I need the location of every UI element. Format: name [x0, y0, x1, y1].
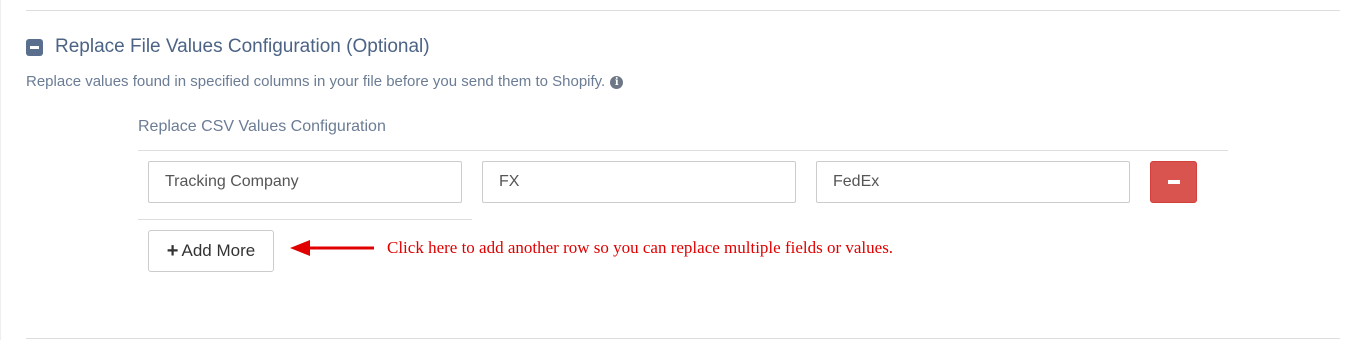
plus-icon: +: [166, 240, 179, 262]
add-more-label: Add More: [181, 241, 256, 260]
column-name-input[interactable]: [148, 161, 462, 203]
left-arrow-icon: [290, 240, 374, 256]
section-title: Replace File Values Configuration (Optio…: [55, 36, 430, 57]
section-description: Replace values found in specified column…: [26, 72, 624, 92]
minus-square-icon[interactable]: [26, 38, 43, 56]
section-header-toggle[interactable]: Replace File Values Configuration (Optio…: [26, 35, 430, 59]
row-divider: [138, 219, 472, 220]
replace-value-input[interactable]: [816, 161, 1130, 203]
replace-config-title: Replace CSV Values Configuration: [138, 118, 386, 135]
annotation-text: Click here to add another row so you can…: [387, 238, 894, 257]
find-value-input[interactable]: [482, 161, 796, 203]
minus-icon: [1168, 180, 1180, 184]
replace-config-divider: [138, 150, 1228, 151]
panel-left-border: [0, 0, 1, 340]
section-description-text: Replace values found in specified column…: [26, 73, 606, 90]
remove-row-button[interactable]: [1150, 161, 1197, 203]
add-more-button[interactable]: + Add More: [148, 230, 274, 272]
info-circle-icon[interactable]: i: [610, 75, 624, 89]
top-divider: [26, 10, 1340, 11]
bottom-divider: [26, 338, 1340, 339]
